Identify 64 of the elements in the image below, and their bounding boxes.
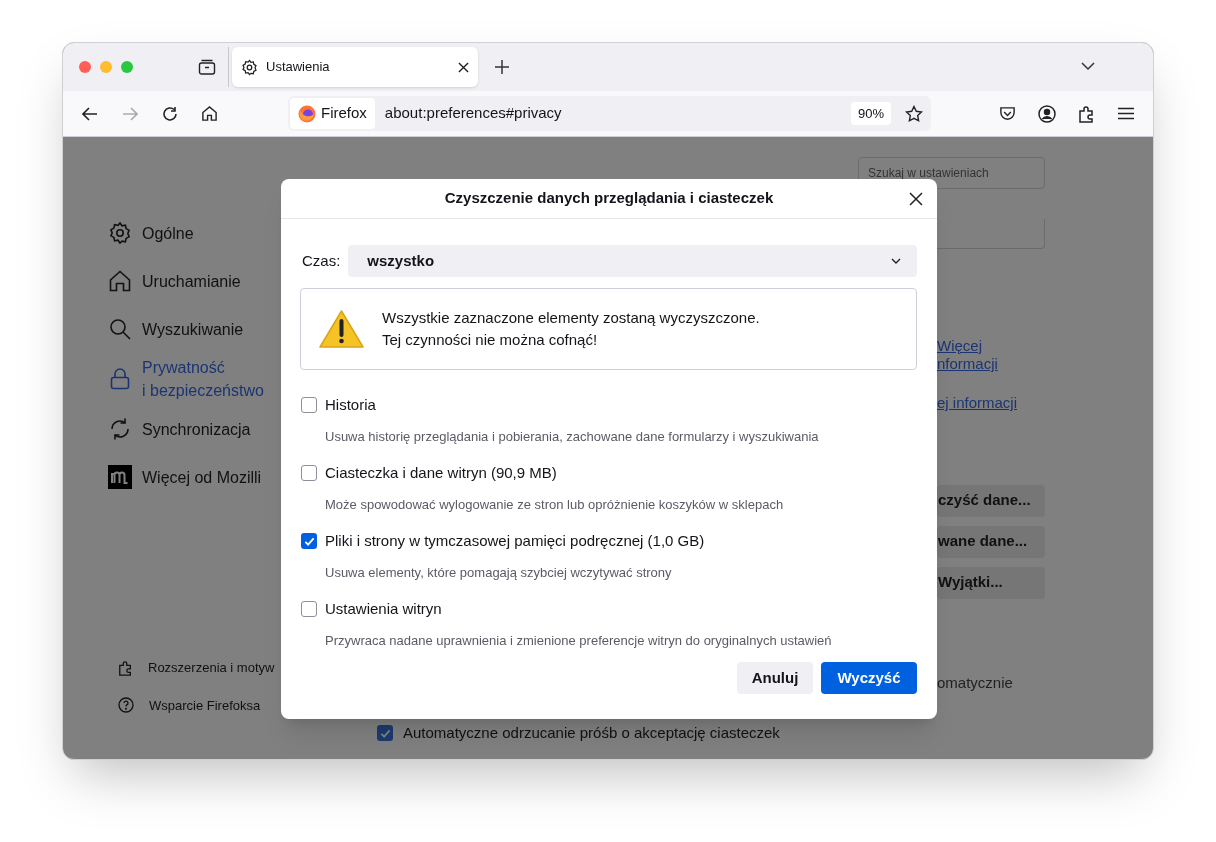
checkmark-icon — [379, 727, 391, 739]
browser-tab[interactable]: Ustawienia — [232, 47, 478, 87]
chevron-down-icon — [891, 258, 901, 264]
warning-text: Wszystkie zaznaczone elementy zostaną wyczyszczone. — [382, 308, 760, 328]
close-tab-icon[interactable] — [458, 61, 469, 73]
time-range-dropdown[interactable]: wszystko — [348, 245, 917, 277]
chevron-down-icon[interactable] — [1081, 62, 1095, 71]
checkbox[interactable] — [377, 725, 393, 742]
firefox-logo-icon — [298, 104, 316, 123]
checkbox-label: Ciasteczka i dane witryn (90,9 MB) — [325, 463, 557, 483]
checkmark-icon — [303, 535, 315, 547]
sidebar-item[interactable]: Wyszukiwanie — [108, 305, 363, 353]
option-description: Może spowodować wylogowanie ze stron lub opróżnienie koszyków w sklepach — [325, 495, 785, 514]
settings-button[interactable]: czyść dane... — [937, 484, 1045, 517]
search-icon — [108, 317, 132, 341]
new-tab-icon[interactable] — [495, 60, 509, 74]
close-window-button[interactable] — [79, 61, 91, 73]
checkbox-label: Pliki i strony w tymczasowej pamięci podręcznej (1,0 GB) — [325, 531, 705, 551]
checkbox[interactable] — [301, 397, 317, 414]
option-description: Przywraca nadane uprawnienia i zmienione preferencje witryn do oryginalnych ustawień — [325, 631, 833, 650]
forward-icon — [122, 106, 138, 121]
setting-label: omatycznie — [937, 672, 1013, 693]
option-description: Usuwa elementy, które pomagają szybciej wczytywać strony — [325, 563, 673, 582]
reload-icon[interactable] — [162, 105, 178, 122]
url-text: about:preferences#privacy — [384, 103, 563, 124]
extensions-icon[interactable] — [1078, 104, 1095, 123]
close-button[interactable] — [909, 192, 923, 206]
option-description: Usuwa historię przeglądania i pobierania, zachowane dane formularzy i wyszukiwania — [325, 427, 820, 446]
help-icon — [118, 697, 134, 714]
zoom-level-button[interactable]: 90% — [850, 101, 891, 126]
checkbox[interactable] — [301, 465, 317, 482]
mozilla-logo-icon — [108, 465, 132, 489]
lock-icon — [108, 367, 132, 391]
cancel-button[interactable]: Anuluj — [737, 662, 813, 694]
address-bar[interactable]: Firefox about:preferences#privacy 90% — [288, 96, 931, 131]
sync-icon — [108, 417, 132, 441]
more-info-link[interactable]: ej informacji — [937, 392, 1018, 415]
settings-icon — [241, 58, 258, 76]
gear-icon — [108, 221, 132, 245]
dialog-title: Czyszczenie danych przeglądania i ciasteczek — [444, 188, 774, 209]
tab-list-icon[interactable] — [198, 59, 216, 75]
back-icon[interactable] — [82, 106, 98, 121]
identity-label: Firefox — [321, 103, 367, 124]
bookmark-star-icon[interactable] — [905, 104, 923, 123]
sidebar-link[interactable]: Wsparcie Firefoksa — [149, 695, 261, 715]
extensions-icon — [118, 659, 133, 676]
checkbox-label: Historia — [325, 395, 376, 415]
home-icon — [108, 269, 132, 293]
checkbox-label: Ustawienia witryn — [325, 599, 442, 619]
warning-text: Tej czynności nie można cofnąć! — [382, 330, 599, 350]
clear-button[interactable]: Wyczyść — [821, 662, 917, 694]
tab-title: Ustawienia — [266, 58, 331, 77]
home-icon[interactable] — [201, 105, 218, 122]
pocket-icon[interactable] — [999, 105, 1016, 122]
more-info-link[interactable]: Więcej nformacji — [937, 337, 1007, 373]
settings-button[interactable]: wane dane... — [937, 525, 1045, 558]
checkbox[interactable] — [301, 601, 317, 618]
settings-button[interactable]: Wyjątki... — [937, 566, 1045, 599]
warning-icon — [319, 309, 364, 349]
checkbox[interactable] — [301, 533, 317, 550]
sidebar-link[interactable]: Rozszerzenia i motyw — [148, 658, 275, 678]
menu-icon[interactable] — [1118, 107, 1134, 120]
checkbox-label: Automatyczne odrzucanie próśb o akceptację ciasteczek — [403, 723, 780, 743]
account-icon[interactable] — [1038, 104, 1056, 123]
